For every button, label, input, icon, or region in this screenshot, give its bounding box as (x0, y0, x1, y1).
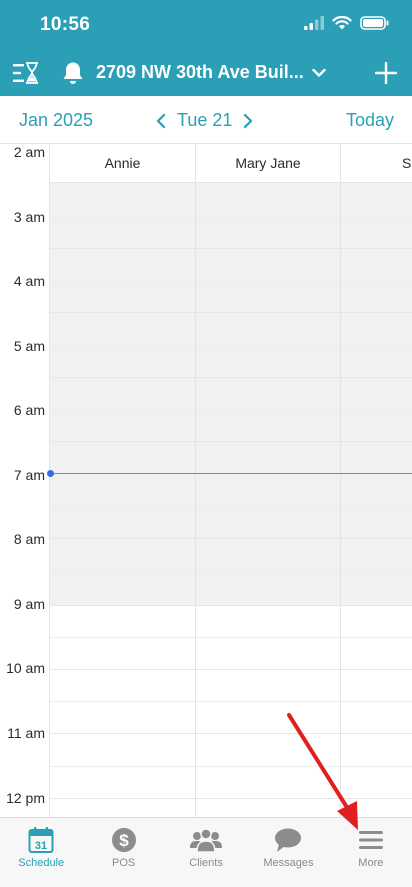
tab-label: Messages (263, 857, 314, 869)
hour-label: 5 am (13, 338, 45, 354)
current-day[interactable]: Tue 21 (177, 110, 232, 131)
hour-label: 3 am (13, 209, 45, 225)
hour-label: 12 pm (6, 790, 45, 806)
grid-line (50, 733, 412, 734)
grid-line (50, 312, 412, 313)
staff-column-annie[interactable]: Annie (50, 144, 195, 182)
grid-line (50, 701, 412, 702)
tab-label: More (358, 857, 384, 869)
tab-pos[interactable]: $ POS (82, 818, 164, 887)
grid-line (50, 409, 412, 410)
month-selector[interactable]: Jan 2025 (19, 110, 93, 131)
grid-line (50, 216, 412, 217)
location-selector[interactable]: 2709 NW 30th Ave Buil... (96, 62, 326, 83)
grid-line (50, 571, 412, 572)
waitlist-icon (13, 62, 38, 84)
calendar-icon: 31 (28, 827, 54, 853)
grid-line (50, 377, 412, 378)
column-divider (340, 144, 341, 817)
notifications-button[interactable] (58, 58, 88, 88)
grid-line (50, 605, 412, 606)
hour-label: 9 am (13, 596, 45, 612)
tab-messages[interactable]: Messages (247, 818, 329, 887)
tab-label: Clients (189, 857, 223, 869)
hour-label: 10 am (6, 660, 45, 676)
bell-icon (63, 62, 83, 84)
grid-line (50, 248, 412, 249)
hour-label: 2 am (13, 144, 45, 160)
status-time: 10:56 (40, 14, 91, 35)
clients-icon (190, 828, 223, 853)
app-header: 2709 NW 30th Ave Buil... (0, 50, 412, 96)
hour-label: 8 am (13, 531, 45, 547)
tab-label: POS (111, 857, 136, 869)
next-day-icon[interactable] (242, 113, 254, 129)
location-name: 2709 NW 30th Ave Buil... (96, 62, 304, 82)
waitlist-button[interactable] (11, 58, 41, 88)
dollar-icon: $ (111, 828, 136, 852)
status-icons (304, 16, 390, 30)
today-button[interactable]: Today (346, 110, 394, 131)
grid-line (50, 538, 412, 539)
grid-line (50, 182, 412, 183)
grid-line (50, 637, 412, 638)
plus-icon (375, 62, 397, 84)
svg-text:$: $ (119, 831, 129, 850)
column-divider (195, 144, 196, 817)
top-bar: 10:56 2709 NW 30th Ave Buil... (0, 0, 412, 96)
hour-label: 4 am (13, 273, 45, 289)
tab-schedule[interactable]: 31 Schedule (0, 818, 82, 887)
current-time-dot (47, 470, 54, 477)
hour-label: 7 am (13, 467, 45, 483)
hour-label: 6 am (13, 402, 45, 418)
tab-bar: 31 Schedule $ POS Clients Messages More (0, 817, 412, 887)
signal-icon (304, 16, 324, 30)
grid-line (50, 344, 412, 345)
staff-column-mary-jane[interactable]: Mary Jane (196, 144, 340, 182)
grid-line (50, 441, 412, 442)
tab-clients[interactable]: Clients (165, 818, 247, 887)
chevron-down-icon (312, 68, 326, 77)
staff-column-sim[interactable]: Sim (341, 144, 412, 182)
grid-line (50, 506, 412, 507)
date-navigation: Jan 2025 Tue 21 Today (0, 96, 412, 144)
tab-more[interactable]: More (330, 818, 412, 887)
previous-day-icon[interactable] (155, 113, 167, 129)
battery-icon (360, 16, 389, 30)
current-time-line (50, 473, 412, 474)
schedule-grid[interactable]: Annie Mary Jane Sim 2 am 3 am 4 am 5 am … (0, 144, 412, 817)
calendar-badge: 31 (35, 840, 47, 852)
wifi-icon (332, 16, 352, 30)
unavailable-hours (50, 182, 412, 605)
grid-line (50, 280, 412, 281)
day-navigation: Tue 21 (155, 110, 254, 131)
grid-line (50, 798, 412, 799)
add-button[interactable] (371, 58, 401, 88)
grid-line (50, 669, 412, 670)
tab-label: Schedule (18, 857, 65, 869)
grid-line (50, 766, 412, 767)
chat-icon (275, 828, 302, 852)
time-column-divider (49, 144, 50, 817)
menu-icon (358, 831, 383, 849)
hour-label: 11 am (7, 725, 45, 741)
